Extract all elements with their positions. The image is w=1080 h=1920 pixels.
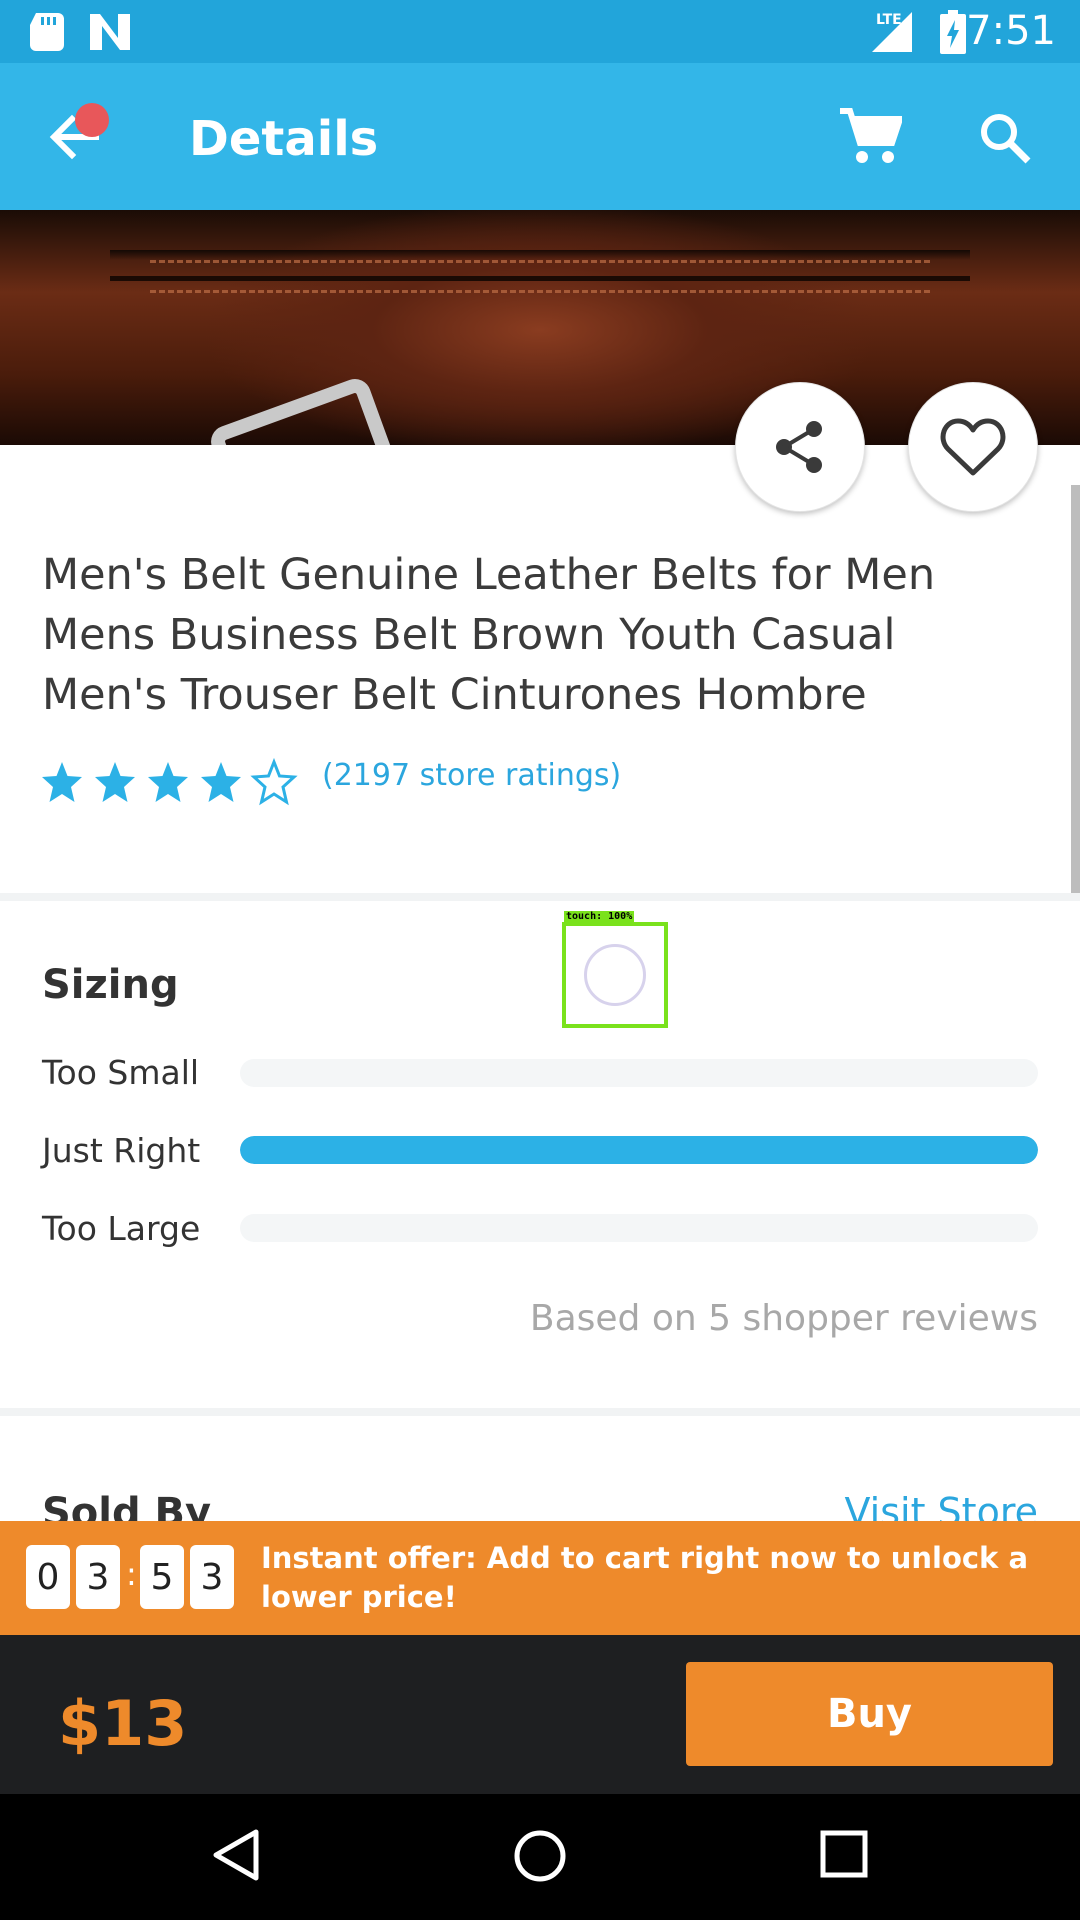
sizing-heading: Sizing: [42, 962, 179, 1008]
timer-digit: 3: [190, 1545, 234, 1609]
purchase-bar: $13 Buy: [0, 1635, 1080, 1794]
wishlist-button[interactable]: [908, 382, 1038, 512]
touch-indicator-circle: [584, 944, 646, 1006]
heart-icon: [940, 418, 1006, 476]
app-bar: Details: [0, 63, 1080, 210]
size-bar-just-right: [240, 1136, 1038, 1164]
reviews-count-note: Based on 5 shopper reviews: [529, 1298, 1038, 1339]
signal-icon: [872, 12, 912, 52]
share-icon: [776, 421, 822, 473]
star-icon: [148, 762, 188, 802]
system-nav-bar: [0, 1794, 1080, 1920]
size-label-too-small: Too Small: [42, 1053, 200, 1092]
half-star-icon: [252, 760, 296, 804]
status-bar: LTE 7:51: [0, 0, 1080, 63]
nav-back-icon[interactable]: [212, 1828, 260, 1882]
size-label-just-right: Just Right: [42, 1131, 201, 1170]
nav-recents-icon[interactable]: [820, 1830, 868, 1878]
store-ratings-link[interactable]: (2197 store ratings): [322, 758, 621, 793]
offer-text: Instant offer: Add to cart right now to …: [261, 1541, 1029, 1614]
section-divider: [0, 1408, 1080, 1416]
star-icon: [95, 762, 135, 802]
price: $13: [58, 1687, 188, 1760]
star-icon: [42, 762, 82, 802]
scrollbar[interactable]: [1071, 485, 1080, 895]
star-icon: [201, 762, 241, 802]
belt-buckle: [206, 374, 402, 445]
instant-offer-banner[interactable]: 0 3 : 5 3 Instant offer: Add to cart rig…: [0, 1521, 1080, 1635]
timer-digit: 3: [76, 1545, 120, 1609]
product-image[interactable]: [0, 210, 1080, 445]
timer-digit: 5: [140, 1545, 184, 1609]
size-bar-too-small: [240, 1059, 1038, 1087]
share-button[interactable]: [735, 382, 865, 512]
cart-icon[interactable]: [838, 105, 902, 165]
search-icon[interactable]: [978, 111, 1032, 165]
nav-home-icon[interactable]: [512, 1828, 568, 1884]
section-divider: [0, 893, 1080, 901]
notification-dot: [75, 103, 109, 137]
buy-button[interactable]: Buy: [686, 1662, 1053, 1766]
timer-separator: :: [126, 1555, 137, 1593]
battery-charging-icon: [940, 10, 966, 54]
product-title: Men's Belt Genuine Leather Belts for Men…: [42, 550, 936, 720]
timer-digit: 0: [26, 1545, 70, 1609]
size-label-too-large: Too Large: [42, 1209, 201, 1248]
sd-card-icon: [30, 13, 64, 51]
n-notification-icon: [90, 14, 130, 50]
size-bar-too-large: [240, 1214, 1038, 1242]
rating-stars: [40, 758, 300, 811]
status-time: 7:51: [966, 8, 1056, 54]
page-title: Details: [189, 111, 379, 167]
